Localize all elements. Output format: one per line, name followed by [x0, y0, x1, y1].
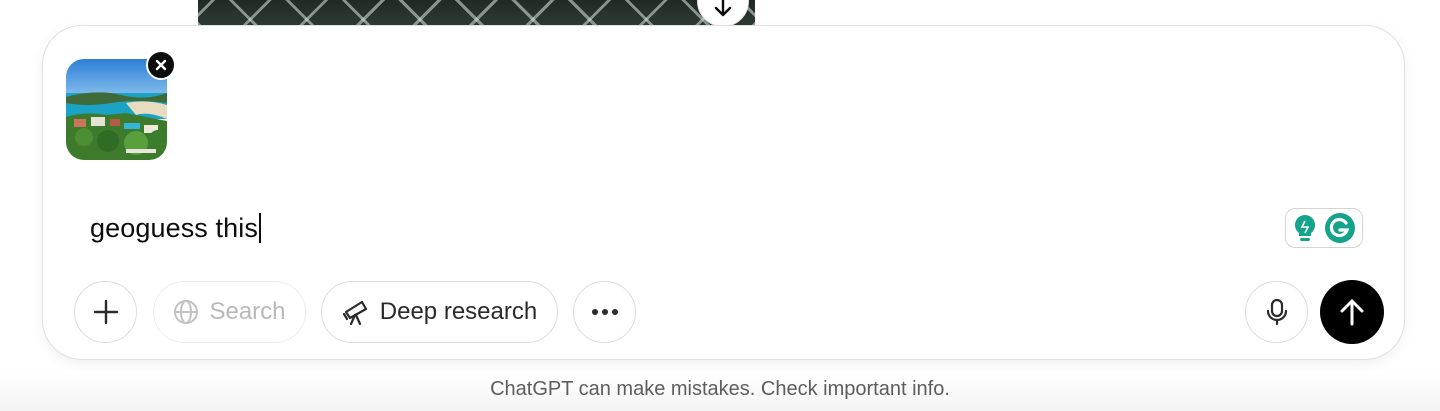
microphone-icon: [1266, 298, 1287, 326]
grammarly-g-icon: [1325, 213, 1355, 243]
arrow-down-icon: [714, 0, 732, 17]
ellipsis-icon: [591, 309, 618, 315]
chat-page: geoguess this Search Deep research ChatG…: [0, 0, 1440, 411]
plus-icon: [93, 299, 118, 325]
lightbulb-icon: [1295, 215, 1315, 241]
add-attachment-button[interactable]: [74, 281, 137, 343]
dictate-button[interactable]: [1245, 281, 1308, 343]
send-button[interactable]: [1320, 280, 1384, 344]
close-icon: [155, 59, 167, 71]
prompt-input[interactable]: geoguess this: [90, 210, 261, 246]
search-label: Search: [209, 298, 286, 325]
deep-research-label: Deep research: [379, 298, 538, 325]
text-caret: [258, 213, 261, 243]
telescope-icon: [342, 300, 367, 326]
globe-icon: [174, 300, 199, 324]
disclaimer-text: ChatGPT can make mistakes. Check importa…: [0, 372, 1440, 411]
arrow-up-icon: [1340, 299, 1364, 326]
message-composer: geoguess this Search Deep research: [42, 25, 1405, 360]
message-image-fragment: [198, 0, 755, 26]
prompt-text: geoguess this: [90, 213, 258, 243]
search-button[interactable]: Search: [153, 281, 306, 343]
grammarly-widget[interactable]: [1285, 208, 1363, 248]
more-tools-button[interactable]: [573, 281, 636, 343]
remove-attachment-button[interactable]: [146, 50, 176, 80]
deep-research-button[interactable]: Deep research: [321, 281, 558, 343]
